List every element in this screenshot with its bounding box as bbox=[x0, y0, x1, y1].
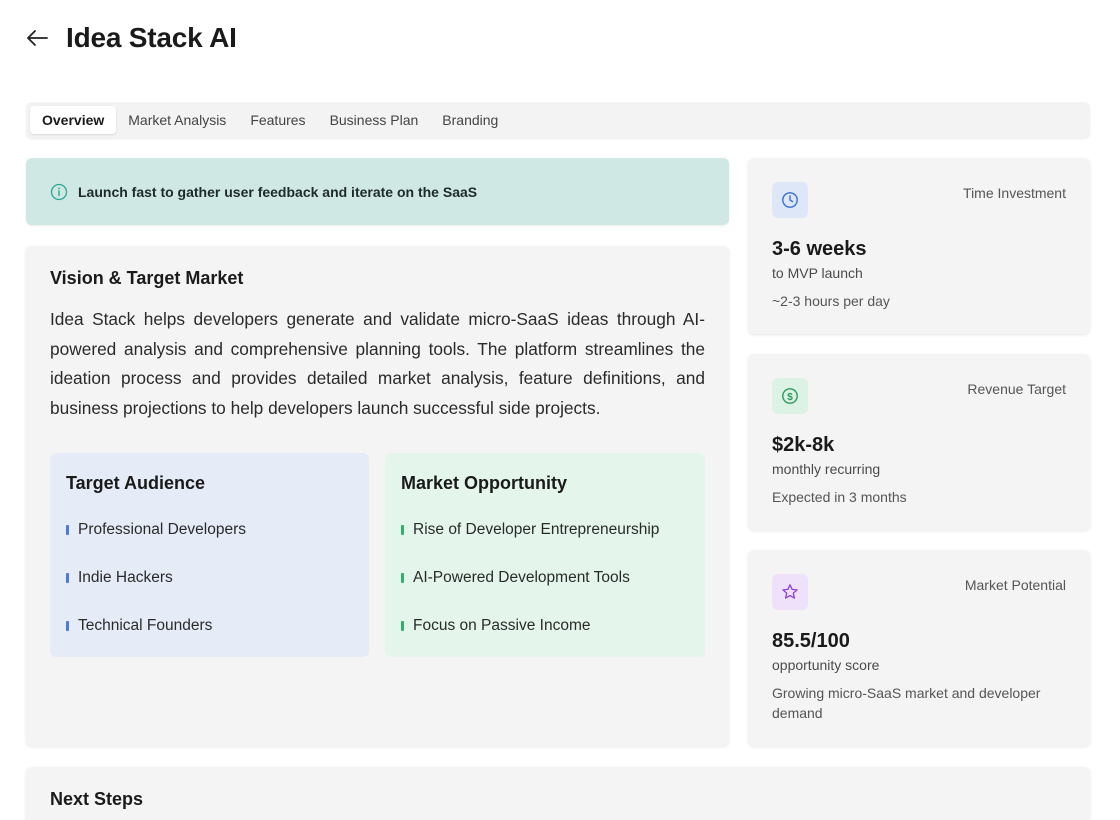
vision-description: Idea Stack helps developers generate and… bbox=[50, 309, 705, 418]
time-investment-value: 3-6 weeks bbox=[772, 238, 867, 260]
revenue-target-label: Revenue Target bbox=[967, 381, 1066, 397]
target-audience-title: Target Audience bbox=[66, 473, 206, 493]
list-item-label: Professional Developers bbox=[78, 521, 247, 538]
market-potential-unit: opportunity score bbox=[772, 657, 880, 673]
tab-business-plan[interactable]: Business Plan bbox=[318, 106, 431, 134]
list-item: Indie Hackers bbox=[66, 554, 353, 602]
bullet-bar bbox=[401, 573, 404, 583]
list-item-label: Indie Hackers bbox=[78, 569, 173, 586]
bullet-bar bbox=[66, 573, 69, 583]
target-audience-list: Professional Developers Indie Hackers Te… bbox=[66, 506, 353, 650]
bullet-bar bbox=[66, 621, 69, 631]
tab-bar: Overview Market Analysis Features Busine… bbox=[26, 102, 1090, 138]
market-opportunity-list: Rise of Developer Entrepreneurship AI-Po… bbox=[401, 506, 689, 650]
arrow-left-icon bbox=[27, 30, 48, 46]
time-investment-label: Time Investment bbox=[963, 185, 1066, 201]
tab-branding[interactable]: Branding bbox=[430, 106, 510, 134]
list-item: Focus on Passive Income bbox=[401, 602, 689, 650]
time-investment-note: ~2-3 hours per day bbox=[772, 293, 890, 309]
next-steps-card: Next Steps bbox=[26, 767, 1090, 820]
target-audience-card: Target Audience Professional Developers … bbox=[50, 453, 369, 657]
info-icon bbox=[50, 183, 68, 200]
clock-icon bbox=[782, 192, 798, 208]
revenue-target-unit: monthly recurring bbox=[772, 461, 881, 477]
info-banner: Launch fast to gather user feedback and … bbox=[26, 158, 729, 225]
header: Idea Stack AI bbox=[26, 20, 237, 56]
time-investment-card: Time Investment 3-6 weeks to MVP launch … bbox=[748, 158, 1090, 334]
market-opportunity-card: Market Opportunity Rise of Developer Ent… bbox=[385, 453, 705, 657]
time-icon-box bbox=[772, 182, 808, 218]
market-potential-note: Growing micro-SaaS market and developer … bbox=[772, 685, 1041, 721]
time-investment-unit: to MVP launch bbox=[772, 265, 863, 281]
revenue-target-value: $2k-8k bbox=[772, 434, 835, 456]
page-title: Idea Stack AI bbox=[66, 22, 237, 53]
tab-overview[interactable]: Overview bbox=[30, 106, 117, 134]
list-item-label: Focus on Passive Income bbox=[413, 617, 591, 634]
revenue-icon-box: $ bbox=[772, 378, 808, 414]
bullet-bar bbox=[401, 525, 404, 535]
vision-title: Vision & Target Market bbox=[50, 268, 244, 288]
dollar-circle-icon: $ bbox=[782, 388, 798, 404]
list-item-label: AI-Powered Development Tools bbox=[413, 569, 630, 586]
star-icon bbox=[782, 584, 798, 599]
market-potential-label: Market Potential bbox=[964, 577, 1066, 593]
list-item: AI-Powered Development Tools bbox=[401, 554, 689, 602]
bullet-bar bbox=[66, 525, 69, 535]
market-potential-value: 85.5/100 bbox=[772, 630, 850, 652]
svg-text:$: $ bbox=[787, 392, 793, 403]
market-potential-card: Market Potential 85.5/100 opportunity sc… bbox=[748, 550, 1090, 746]
market-opportunity-title: Market Opportunity bbox=[401, 473, 568, 493]
revenue-target-card: $ Revenue Target $2k-8k monthly recurrin… bbox=[748, 354, 1090, 530]
list-item: Technical Founders bbox=[66, 602, 353, 650]
vision-card: Vision & Target Market Idea Stack helps … bbox=[26, 246, 729, 746]
tab-features[interactable]: Features bbox=[238, 106, 317, 134]
list-item: Rise of Developer Entrepreneurship bbox=[401, 506, 689, 554]
potential-icon-box bbox=[772, 574, 808, 610]
bullet-bar bbox=[401, 621, 404, 631]
tab-market-analysis[interactable]: Market Analysis bbox=[116, 106, 238, 134]
list-item-label: Technical Founders bbox=[78, 617, 213, 634]
list-item-label: Rise of Developer Entrepreneurship bbox=[413, 521, 660, 538]
list-item: Professional Developers bbox=[66, 506, 353, 554]
back-button[interactable] bbox=[26, 20, 52, 56]
banner-text: Launch fast to gather user feedback and … bbox=[78, 183, 478, 200]
next-steps-title: Next Steps bbox=[50, 789, 144, 809]
revenue-target-note: Expected in 3 months bbox=[772, 489, 907, 505]
